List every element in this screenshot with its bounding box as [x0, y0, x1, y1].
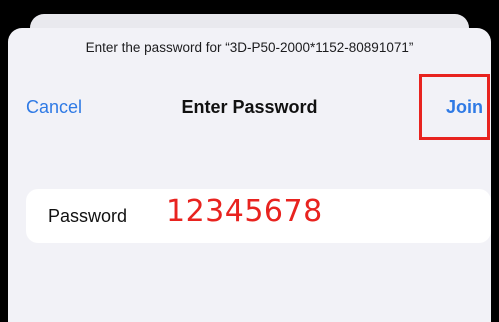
password-field-label: Password: [48, 206, 128, 226]
password-field[interactable]: Password 12345678: [26, 189, 491, 243]
join-highlight-box: [419, 74, 490, 140]
password-dialog: Enter the password for “3D-P50-2000*1152…: [8, 28, 491, 322]
password-prompt: Enter the password for “3D-P50-2000*1152…: [85, 40, 414, 55]
password-input[interactable]: 12345678: [166, 194, 323, 229]
